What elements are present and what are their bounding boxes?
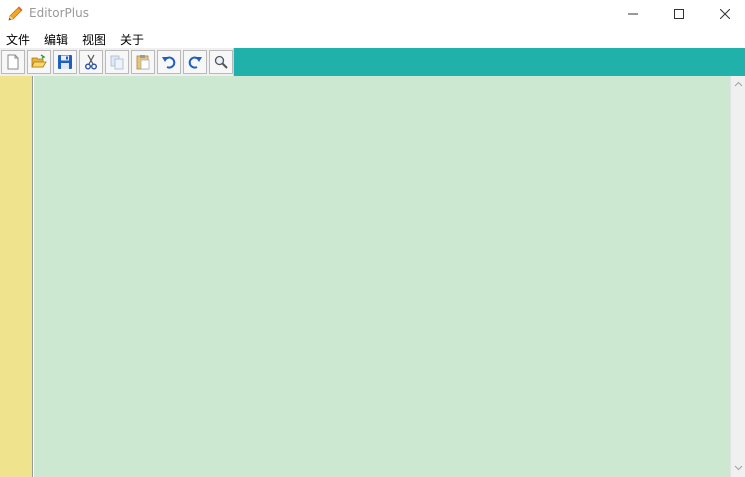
close-icon — [720, 9, 730, 19]
menu-edit[interactable]: 编辑 — [44, 31, 68, 48]
cut-icon — [85, 54, 97, 70]
pencil-icon — [6, 5, 24, 23]
redo-button[interactable] — [183, 50, 207, 74]
menu-view[interactable]: 视图 — [82, 31, 106, 48]
undo-button[interactable] — [157, 50, 181, 74]
menu-bar: 文件 编辑 视图 关于 — [0, 29, 745, 48]
paste-button[interactable] — [131, 50, 155, 74]
line-number-gutter — [0, 76, 33, 477]
search-icon — [214, 55, 228, 69]
save-icon — [58, 55, 72, 69]
title-bar: EditorPlus — [0, 0, 745, 29]
vertical-scrollbar[interactable] — [730, 76, 745, 477]
redo-icon — [188, 56, 202, 69]
undo-icon — [162, 56, 176, 69]
save-button[interactable] — [53, 50, 77, 74]
menu-about[interactable]: 关于 — [120, 31, 144, 48]
minimize-button[interactable] — [610, 0, 656, 29]
open-folder-icon — [31, 54, 47, 68]
search-button[interactable] — [209, 50, 233, 74]
minimize-icon — [628, 13, 638, 15]
new-file-button[interactable] — [1, 50, 25, 74]
chevron-up-icon — [734, 81, 743, 87]
maximize-icon — [674, 9, 684, 19]
close-button[interactable] — [702, 0, 745, 29]
cut-button[interactable] — [79, 50, 103, 74]
window-title: EditorPlus — [29, 6, 89, 20]
copy-button[interactable] — [105, 50, 129, 74]
maximize-button[interactable] — [656, 0, 702, 29]
scroll-down-button[interactable] — [731, 460, 745, 477]
menu-file[interactable]: 文件 — [6, 31, 30, 48]
chevron-down-icon — [734, 465, 743, 471]
scroll-up-button[interactable] — [731, 76, 745, 93]
open-file-button[interactable] — [27, 50, 51, 74]
copy-icon — [110, 55, 124, 70]
editor-text-area[interactable] — [34, 76, 730, 477]
toolbar-button-strip — [0, 48, 234, 76]
paste-icon — [136, 55, 150, 70]
new-file-icon — [7, 54, 19, 70]
toolbar — [0, 48, 745, 76]
